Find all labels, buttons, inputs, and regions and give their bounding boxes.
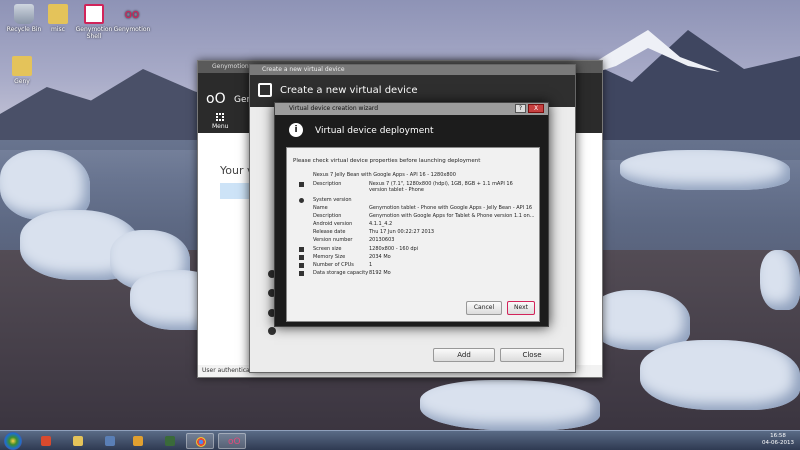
cancel-button[interactable]: Cancel xyxy=(466,301,502,315)
taskbar-genymotion[interactable]: oO xyxy=(218,433,246,449)
add-device-icon xyxy=(258,83,272,97)
dialog-header: i Virtual device deployment xyxy=(275,115,548,145)
clock[interactable]: 16:58 04-06-2013 xyxy=(762,433,794,447)
taskbar: oO 16:58 04-06-2013 xyxy=(0,430,800,450)
storage-icon xyxy=(299,271,304,276)
help-button[interactable]: ? xyxy=(515,104,526,113)
device-radio[interactable] xyxy=(268,327,276,335)
close-button[interactable]: Close xyxy=(500,348,564,362)
device-list-row[interactable] xyxy=(220,183,250,199)
terminal-icon xyxy=(165,436,175,446)
folder-icon xyxy=(48,4,68,24)
iceberg xyxy=(640,340,800,410)
system-icon xyxy=(299,198,304,203)
recycle-bin-icon xyxy=(14,4,34,24)
desktop-icon-geny[interactable]: Geny xyxy=(0,56,44,85)
folder-icon xyxy=(12,56,32,76)
device-icon xyxy=(299,182,304,187)
info-icon: i xyxy=(289,123,303,137)
taskbar-network[interactable] xyxy=(96,433,124,449)
desktop-icon-genymotion[interactable]: oo Genymotion xyxy=(110,4,154,33)
system-tray[interactable] xyxy=(704,434,764,448)
network-icon xyxy=(105,436,115,446)
memory-icon xyxy=(299,255,304,260)
property-row: System version xyxy=(313,197,352,203)
media-icon xyxy=(133,436,143,446)
folder-icon xyxy=(73,436,83,446)
window-titlebar[interactable]: Create a new virtual device xyxy=(250,65,575,75)
genymotion-shell-icon xyxy=(84,4,104,24)
intro-text: Please check virtual device properties b… xyxy=(293,158,481,164)
next-button[interactable]: Next xyxy=(507,301,535,315)
close-button[interactable]: X xyxy=(528,104,544,113)
grid-icon xyxy=(216,113,225,121)
genymotion-icon: oo xyxy=(124,7,140,21)
iceberg xyxy=(590,290,690,350)
iceberg xyxy=(760,250,800,310)
iceberg xyxy=(420,380,600,430)
genymotion-logo-icon: oO xyxy=(206,91,226,107)
start-button[interactable] xyxy=(4,432,22,450)
properties-panel: Please check virtual device properties b… xyxy=(286,147,540,322)
taskbar-explorer[interactable] xyxy=(64,433,92,449)
taskbar-terminal[interactable] xyxy=(156,433,184,449)
taskbar-app-1[interactable] xyxy=(32,433,60,449)
genymotion-icon: oO xyxy=(228,437,241,447)
dialog-titlebar[interactable]: Virtual device creation wizard ? X xyxy=(275,103,548,115)
window-title: Create a new virtual device xyxy=(280,85,418,96)
chrome-icon xyxy=(196,437,206,447)
taskbar-chrome[interactable] xyxy=(186,433,214,449)
dialog-title: Virtual device deployment xyxy=(315,126,434,136)
add-button[interactable]: Add xyxy=(433,348,495,362)
menu-button[interactable]: Menu xyxy=(212,113,228,130)
cpu-icon xyxy=(299,263,304,268)
device-wizard-dialog: Virtual device creation wizard ? X i Vir… xyxy=(274,102,549,327)
property-row: Nexus 7 Jelly Bean with Google Apps - AP… xyxy=(313,172,456,178)
taskbar-media[interactable] xyxy=(124,433,152,449)
app-icon xyxy=(41,436,51,446)
iceberg xyxy=(620,150,790,190)
screen-icon xyxy=(299,247,304,252)
